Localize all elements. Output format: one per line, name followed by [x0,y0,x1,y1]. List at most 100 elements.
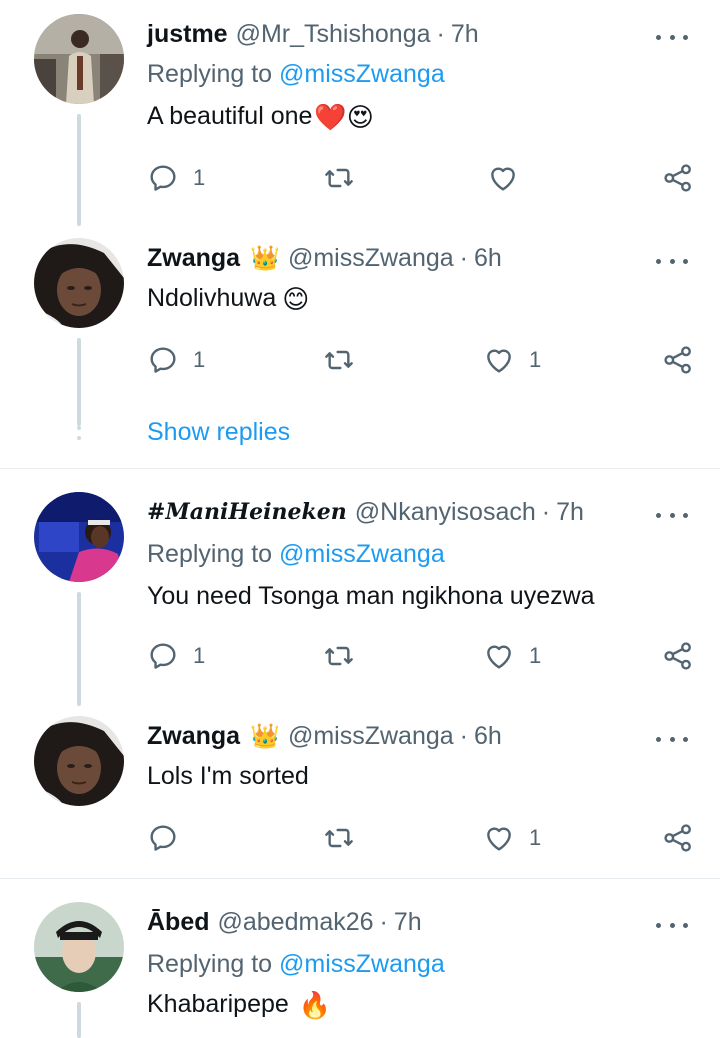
timestamp[interactable]: 6h [474,244,502,273]
share-button[interactable] [662,340,694,380]
tweet-header: Zwanga 👑 @missZwanga · 6h [147,716,502,756]
action-bar: 1 [147,818,694,858]
reply-count: 1 [193,347,206,372]
display-name[interactable]: Zwanga [147,244,240,273]
reply-count: 1 [193,643,206,668]
emoji: 🔥 [298,989,332,1020]
timestamp[interactable]: 6h [474,722,502,751]
separator: · [379,907,388,936]
like-button[interactable]: 1 [483,636,541,676]
mention-link[interactable]: @missZwanga [279,950,445,978]
tweet-text: Khabaripepe 🔥 [147,990,331,1019]
more-icon[interactable] [656,27,688,47]
mention-link[interactable]: @missZwanga [279,60,445,88]
avatar[interactable] [34,902,124,992]
tweet[interactable]: Zwanga 👑 @missZwanga · 6h Lols I'm sorte… [0,710,720,878]
user-handle[interactable]: @missZwanga [288,722,454,751]
emoji: ❤️😍 [314,101,374,132]
tweet-text: You need Tsonga man ngikhona uyezwa [147,582,595,611]
like-button[interactable]: 1 [483,340,541,380]
reply-button[interactable]: 1 [147,636,205,676]
tweet[interactable]: Zwanga 👑 @missZwanga · 6h Ndolivhuwa 😊 1 … [0,230,720,470]
like-count: 1 [529,347,542,372]
thread-dots [77,416,81,446]
reply-icon [147,822,179,854]
thread-line [77,338,81,426]
display-name[interactable]: justme [147,20,228,49]
retweet-icon [323,640,355,672]
tweet[interactable]: justme @Mr_Tshishonga · 7h Replying to @… [0,0,720,230]
reply-button[interactable] [147,818,193,858]
action-bar: 1 1 [147,636,694,676]
divider [0,878,720,879]
avatar[interactable] [34,14,124,104]
like-button[interactable]: 1 [483,818,541,858]
reply-icon [147,162,179,194]
user-handle[interactable]: @missZwanga [288,244,454,273]
share-button[interactable] [662,158,694,198]
reply-button[interactable]: 1 [147,340,205,380]
thread-line [77,592,81,706]
like-button[interactable] [487,158,533,198]
reply-count: 1 [193,165,206,190]
separator: · [541,497,551,526]
more-icon[interactable] [656,915,688,935]
tweet[interactable]: #ManiHeineken @Nkanyisosach · 7h Replyin… [0,470,720,710]
retweet-icon [323,344,355,376]
reply-icon [147,344,179,376]
retweet-button[interactable] [323,636,369,676]
avatar[interactable] [34,492,124,582]
tweet-header: Zwanga 👑 @missZwanga · 6h [147,238,502,278]
like-icon [483,822,515,854]
display-name[interactable]: Ābed [147,908,210,937]
replying-to-prefix: Replying to [147,60,280,88]
retweet-button[interactable] [323,340,369,380]
like-icon [483,640,515,672]
share-button[interactable] [662,636,694,676]
separator: · [436,19,445,48]
replying-to: Replying to @missZwanga [147,540,445,569]
user-handle[interactable]: @Mr_Tshishonga [236,20,431,49]
tweet-text-content: Lols I'm sorted [147,762,309,790]
mention-link[interactable]: @missZwanga [279,540,445,568]
tweet[interactable]: Ābed @abedmak26 · 7h Replying to @missZw… [0,880,720,1038]
crown-icon: 👑 [250,722,280,750]
separator: · [459,243,468,272]
more-icon[interactable] [656,505,688,525]
share-icon [662,162,694,194]
reply-icon [147,640,179,672]
crown-icon: 👑 [250,244,280,272]
replying-to: Replying to @missZwanga [147,950,445,979]
user-handle[interactable]: @Nkanyisosach [355,498,536,527]
avatar[interactable] [34,238,124,328]
thread-line [77,114,81,226]
thread-line [77,1002,81,1038]
like-count: 1 [529,825,542,850]
user-handle[interactable]: @abedmak26 [218,908,374,937]
divider [0,468,720,469]
share-button[interactable] [662,818,694,858]
share-icon [662,344,694,376]
retweet-icon [323,822,355,854]
tweet-text: Lols I'm sorted [147,762,309,791]
avatar[interactable] [34,716,124,806]
display-name[interactable]: #ManiHeineken [147,499,347,525]
more-icon[interactable] [656,251,688,271]
retweet-button[interactable] [323,158,369,198]
tweet-header: #ManiHeineken @Nkanyisosach · 7h [147,492,584,532]
more-icon[interactable] [656,729,688,749]
like-count: 1 [529,643,542,668]
timestamp[interactable]: 7h [451,20,479,49]
replying-to-prefix: Replying to [147,540,280,568]
tweet-text: A beautiful one ❤️😍 [147,102,374,131]
action-bar: 1 [147,158,694,198]
show-replies-link[interactable]: Show replies [147,418,290,447]
tweet-text: Ndolivhuwa 😊 [147,284,309,313]
retweet-button[interactable] [323,818,369,858]
tweet-header: justme @Mr_Tshishonga · 7h [147,14,479,54]
timestamp[interactable]: 7h [556,498,584,527]
display-name[interactable]: Zwanga [147,722,240,751]
share-icon [662,822,694,854]
timestamp[interactable]: 7h [394,908,422,937]
reply-button[interactable]: 1 [147,158,205,198]
